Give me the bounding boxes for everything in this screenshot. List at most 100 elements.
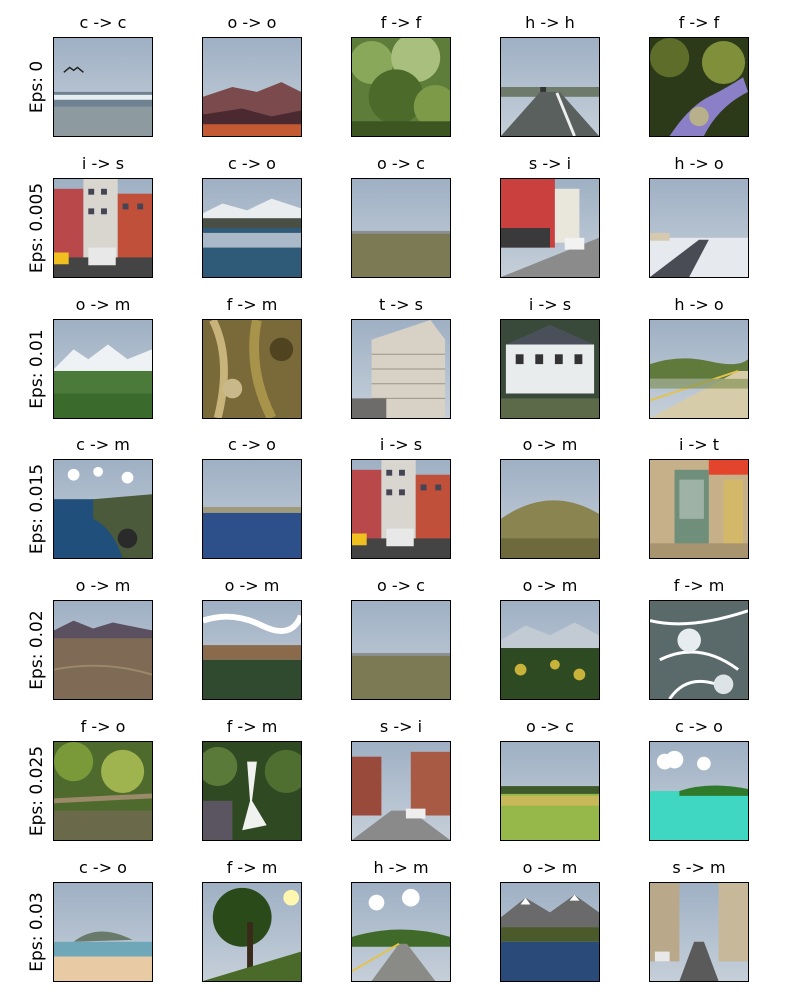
cell-title: f -> o — [80, 717, 126, 736]
scene-image — [650, 320, 748, 418]
scene-image — [650, 601, 748, 699]
scene-image — [203, 179, 301, 277]
cell-title: s -> i — [528, 154, 572, 173]
scene-image — [54, 742, 152, 840]
image-thumbnail — [53, 319, 153, 419]
scene-image — [501, 883, 599, 981]
image-thumbnail — [500, 600, 600, 700]
scene-image — [352, 460, 450, 558]
image-thumbnail — [53, 741, 153, 841]
image-thumbnail — [351, 741, 451, 841]
cell-title: c -> o — [228, 435, 276, 454]
scene-image — [352, 38, 450, 136]
image-thumbnail — [649, 178, 749, 278]
image-thumbnail — [649, 600, 749, 700]
scene-image — [203, 601, 301, 699]
image-thumbnail — [202, 882, 302, 982]
image-thumbnail — [202, 319, 302, 419]
cell-title: f -> f — [380, 13, 422, 32]
scene-image — [352, 883, 450, 981]
cell-title: f -> m — [226, 858, 278, 877]
scene-image — [501, 179, 599, 277]
image-thumbnail — [649, 741, 749, 841]
scene-image — [352, 179, 450, 277]
cell-title: i -> t — [678, 435, 720, 454]
scene-image — [352, 742, 450, 840]
image-thumbnail — [202, 37, 302, 137]
cell-title: f -> m — [226, 295, 278, 314]
cell-title: o -> m — [522, 576, 578, 595]
scene-image — [352, 601, 450, 699]
image-thumbnail — [202, 178, 302, 278]
scene-image — [650, 179, 748, 277]
image-thumbnail — [53, 178, 153, 278]
cell-title: o -> o — [227, 13, 277, 32]
image-thumbnail — [500, 459, 600, 559]
image-thumbnail — [500, 37, 600, 137]
scene-image — [501, 38, 599, 136]
cell-title: c -> c — [79, 13, 127, 32]
row-label: Eps: 0 — [27, 60, 47, 114]
scene-image — [352, 320, 450, 418]
image-thumbnail — [500, 741, 600, 841]
scene-image — [203, 38, 301, 136]
scene-image — [650, 460, 748, 558]
cell-title: o -> c — [526, 717, 574, 736]
image-thumbnail — [649, 459, 749, 559]
cell-title: c -> o — [79, 858, 127, 877]
cell-title: s -> i — [379, 717, 423, 736]
image-grid: Eps: 0 c -> c o -> o f -> f h -> h f -> f Eps:… — [0, 0, 800, 1000]
scene-image — [54, 320, 152, 418]
cell-title: o -> m — [522, 435, 578, 454]
cell-title: i -> s — [528, 295, 572, 314]
scene-image — [54, 601, 152, 699]
cell-title: o -> m — [224, 576, 280, 595]
scene-image — [501, 601, 599, 699]
cell-title: h -> o — [674, 154, 724, 173]
cell-title: h -> o — [674, 295, 724, 314]
cell-title: c -> m — [76, 435, 130, 454]
scene-image — [501, 742, 599, 840]
scene-image — [54, 38, 152, 136]
row-label: Eps: 0.025 — [27, 745, 47, 837]
scene-image — [203, 883, 301, 981]
image-thumbnail — [649, 319, 749, 419]
cell-title: t -> s — [379, 295, 423, 314]
cell-title: o -> c — [377, 154, 425, 173]
image-thumbnail — [202, 741, 302, 841]
cell-title: h -> m — [373, 858, 429, 877]
scene-image — [501, 320, 599, 418]
scene-image — [650, 38, 748, 136]
image-thumbnail — [351, 37, 451, 137]
scene-image — [203, 320, 301, 418]
image-thumbnail — [649, 882, 749, 982]
image-thumbnail — [53, 882, 153, 982]
scene-image — [650, 742, 748, 840]
scene-image — [203, 742, 301, 840]
scene-image — [501, 460, 599, 558]
cell-title: c -> o — [675, 717, 723, 736]
cell-title: i -> s — [81, 154, 125, 173]
cell-title: h -> h — [525, 13, 575, 32]
image-thumbnail — [351, 459, 451, 559]
image-thumbnail — [500, 882, 600, 982]
image-thumbnail — [202, 600, 302, 700]
image-thumbnail — [53, 37, 153, 137]
image-thumbnail — [53, 600, 153, 700]
scene-image — [203, 460, 301, 558]
cell-title: c -> o — [228, 154, 276, 173]
image-thumbnail — [351, 319, 451, 419]
image-thumbnail — [500, 178, 600, 278]
scene-image — [54, 460, 152, 558]
image-thumbnail — [202, 459, 302, 559]
row-label: Eps: 0.01 — [27, 329, 47, 409]
cell-title: f -> f — [678, 13, 720, 32]
image-thumbnail — [351, 882, 451, 982]
cell-title: s -> m — [672, 858, 726, 877]
image-thumbnail — [53, 459, 153, 559]
cell-title: o -> m — [75, 576, 131, 595]
image-thumbnail — [351, 178, 451, 278]
cell-title: o -> m — [522, 858, 578, 877]
row-label: Eps: 0.02 — [27, 610, 47, 690]
image-thumbnail — [500, 319, 600, 419]
